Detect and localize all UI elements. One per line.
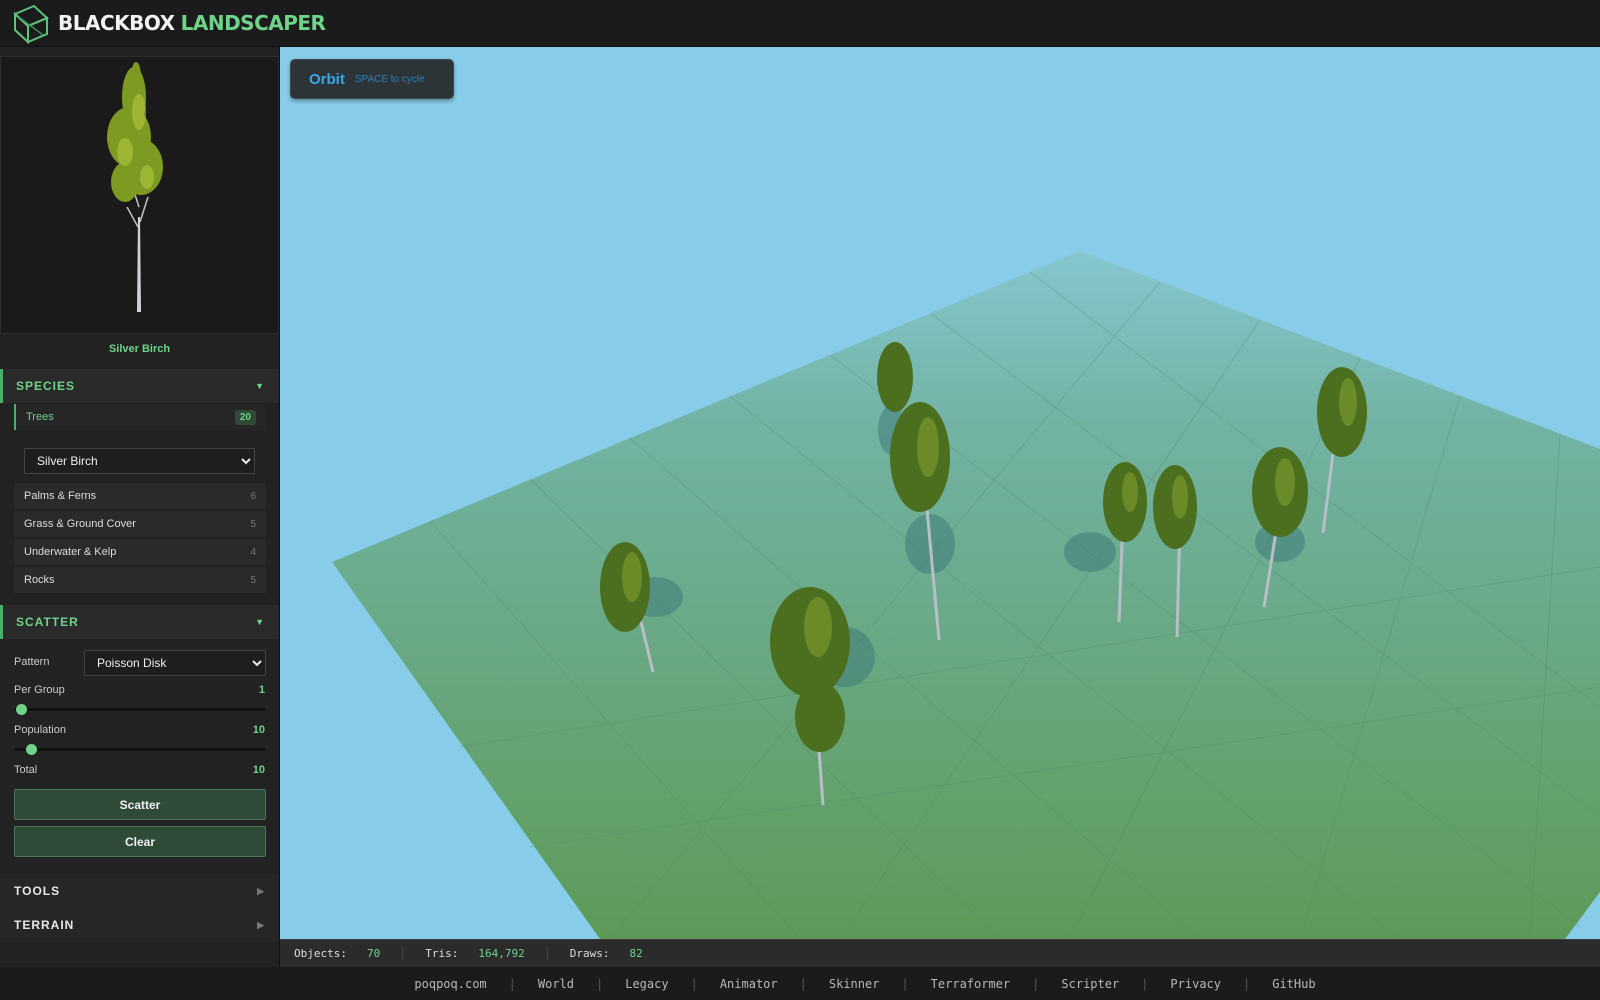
stat-value: 70 — [366, 947, 381, 960]
chevron-right-icon: ▶ — [257, 885, 265, 896]
category-label: Underwater & Kelp — [24, 546, 117, 558]
category-count: 20 — [234, 409, 256, 425]
clear-button[interactable]: Clear — [14, 826, 266, 857]
total-label: Total — [14, 764, 38, 776]
chevron-down-icon: ▼ — [255, 381, 265, 391]
species-select[interactable]: Silver Birch — [24, 448, 255, 474]
scatter-button[interactable]: Scatter — [14, 789, 266, 820]
footer-nav: poqpoq.com | World | Legacy | Animator |… — [0, 967, 1600, 1000]
footer-separator: | — [690, 976, 698, 991]
stat-label: Draws: — [569, 947, 610, 960]
app-title-accent: LANDSCAPER — [180, 11, 326, 35]
slider-thumb[interactable] — [25, 744, 37, 755]
category-count: 5 — [250, 574, 256, 586]
app-title[interactable]: BLACKBOX LANDSCAPER — [58, 11, 326, 35]
preview-species-name: Silver Birch — [108, 343, 171, 355]
category-label: Rocks — [24, 574, 55, 586]
species-section-header[interactable]: SPECIES ▼ — [0, 369, 279, 403]
scatter-section-title: SCATTER — [16, 615, 79, 629]
population-label: Population — [14, 724, 66, 736]
stat-label: Tris: — [425, 947, 459, 960]
scatter-section-header[interactable]: SCATTER ▼ — [0, 605, 279, 639]
terrain-section-title: TERRAIN — [14, 918, 75, 932]
camera-mode-badge[interactable]: Orbit SPACE to cycle — [290, 59, 454, 99]
category-underwater-kelp[interactable]: Underwater & Kelp 4 — [14, 539, 266, 565]
camera-mode: Orbit — [309, 70, 345, 88]
stat-value: 82 — [629, 947, 643, 960]
stat-objects: Objects: 70 — [294, 947, 404, 960]
category-grass-ground-cover[interactable]: Grass & Ground Cover 5 — [14, 511, 266, 537]
population-slider[interactable] — [14, 744, 266, 755]
stat-value: 164,792 — [478, 947, 525, 960]
3d-viewport[interactable]: Orbit SPACE to cycle — [280, 47, 1600, 939]
terrain-section-header[interactable]: TERRAIN ▶ — [0, 908, 279, 942]
footer-separator: | — [799, 976, 807, 991]
category-trees[interactable]: Trees 20 — [14, 404, 266, 430]
species-section-title: SPECIES — [16, 379, 76, 393]
species-preview[interactable] — [0, 56, 279, 334]
pattern-label: Pattern — [14, 656, 50, 668]
pattern-select[interactable]: Poisson Disk — [84, 650, 266, 676]
category-label: Palms & Ferns — [24, 490, 97, 502]
category-label: Trees — [26, 411, 54, 423]
footer-separator: | — [1243, 976, 1251, 991]
per-group-value: 1 — [258, 684, 265, 696]
footer-separator: | — [901, 976, 909, 991]
category-count: 6 — [250, 490, 256, 502]
total-value: 10 — [252, 764, 265, 776]
scene-render — [332, 251, 1600, 939]
footer-link-legacy[interactable]: Legacy — [625, 977, 668, 991]
category-rocks[interactable]: Rocks 5 — [14, 567, 266, 593]
category-count: 4 — [250, 546, 256, 558]
footer-link-poqpoq[interactable]: poqpoq.com — [414, 977, 486, 991]
footer-separator: | — [596, 976, 604, 991]
app-title-primary: BLACKBOX — [58, 11, 175, 35]
stat-draws: Draws: 82 — [570, 947, 665, 960]
tools-section-header[interactable]: TOOLS ▶ — [0, 874, 279, 908]
slider-thumb[interactable] — [16, 704, 27, 715]
footer-link-world[interactable]: World — [538, 977, 574, 991]
stat-label: Objects: — [294, 947, 347, 960]
footer-link-github[interactable]: GitHub — [1272, 977, 1315, 991]
category-count: 5 — [250, 518, 256, 530]
footer-link-privacy[interactable]: Privacy — [1170, 977, 1221, 991]
cube-icon[interactable] — [10, 2, 52, 44]
footer-separator: | — [1141, 976, 1149, 991]
footer-separator: | — [508, 976, 516, 991]
camera-mode-hint: SPACE to cycle — [354, 73, 425, 85]
footer-link-animator[interactable]: Animator — [720, 977, 778, 991]
category-label: Grass & Ground Cover — [24, 518, 136, 530]
per-group-label: Per Group — [14, 684, 65, 696]
stats-bar: Objects: 70 Tris: 164,792 Draws: 82 — [280, 939, 1600, 967]
tree-preview-image — [107, 62, 163, 312]
population-value: 10 — [252, 724, 265, 736]
tools-section-title: TOOLS — [14, 884, 61, 898]
app-header: BLACKBOX LANDSCAPER — [0, 0, 1600, 47]
footer-link-scripter[interactable]: Scripter — [1061, 977, 1119, 991]
footer-separator: | — [1032, 976, 1040, 991]
chevron-down-icon: ▼ — [255, 617, 265, 627]
chevron-right-icon: ▶ — [257, 919, 265, 930]
per-group-slider[interactable] — [14, 704, 266, 715]
footer-link-skinner[interactable]: Skinner — [829, 977, 880, 991]
footer-link-terraformer[interactable]: Terraformer — [931, 977, 1010, 991]
category-palms-ferns[interactable]: Palms & Ferns 6 — [14, 483, 266, 509]
sidebar: Silver Birch SPECIES ▼ Trees 20 Silver B… — [0, 47, 280, 967]
stat-tris: Tris: 164,792 — [425, 947, 548, 960]
